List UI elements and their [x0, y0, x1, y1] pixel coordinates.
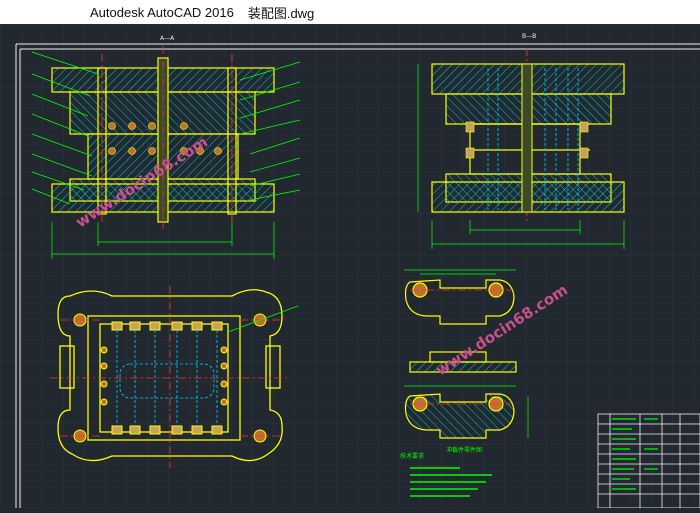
part-title: 冲裁件零件图 — [446, 446, 482, 454]
drawing-canvas[interactable]: A—A B—B 冲裁件零件图 技术要求 www.docin68.com www.… — [0, 24, 700, 509]
section-a-label: A—A — [160, 35, 175, 42]
tech-req-heading: 技术要求 — [400, 452, 424, 460]
section-b-label: B—B — [522, 33, 536, 40]
section-b-punch — [521, 63, 533, 213]
app-title: Autodesk AutoCAD 2016 — [90, 4, 234, 20]
title-bar: Autodesk AutoCAD 2016 装配图.dwg — [0, 0, 700, 24]
file-name: 装配图.dwg — [247, 5, 315, 21]
